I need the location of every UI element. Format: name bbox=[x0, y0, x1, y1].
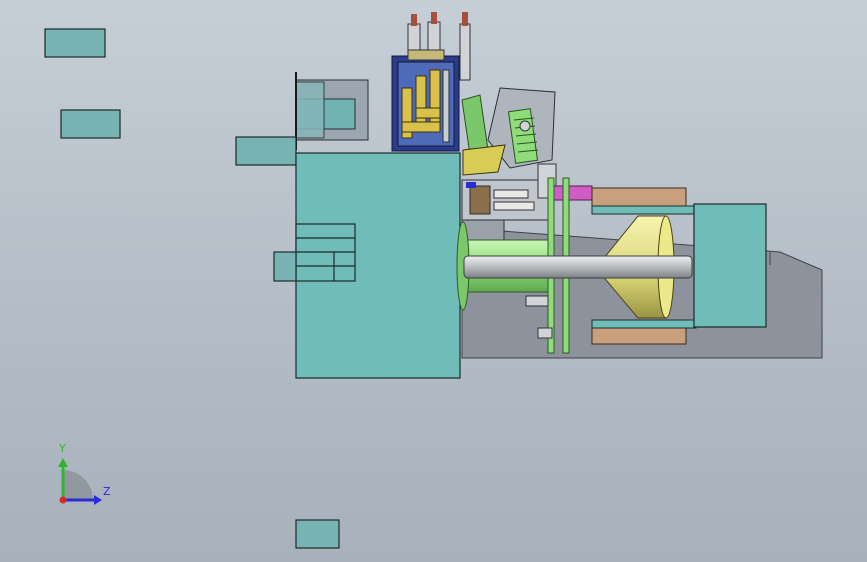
cad-model-view[interactable] bbox=[0, 0, 867, 562]
triad-arc-icon bbox=[63, 470, 93, 500]
main-shaft[interactable] bbox=[463, 255, 693, 279]
side-block[interactable] bbox=[235, 136, 297, 166]
floating-block-1[interactable] bbox=[44, 28, 106, 58]
view-triad bbox=[58, 458, 102, 505]
housing-tab[interactable] bbox=[273, 251, 297, 282]
floating-block-2[interactable] bbox=[60, 109, 121, 139]
z-axis-label: Z bbox=[103, 485, 111, 498]
cad-viewport[interactable]: Y Z bbox=[0, 0, 867, 562]
y-axis-label: Y bbox=[59, 442, 66, 455]
tan-block-top[interactable] bbox=[591, 187, 687, 209]
end-housing[interactable] bbox=[693, 203, 767, 328]
floating-block-3[interactable] bbox=[295, 519, 340, 549]
x-axis-icon bbox=[59, 496, 67, 504]
tan-block-bottom[interactable] bbox=[591, 325, 687, 345]
